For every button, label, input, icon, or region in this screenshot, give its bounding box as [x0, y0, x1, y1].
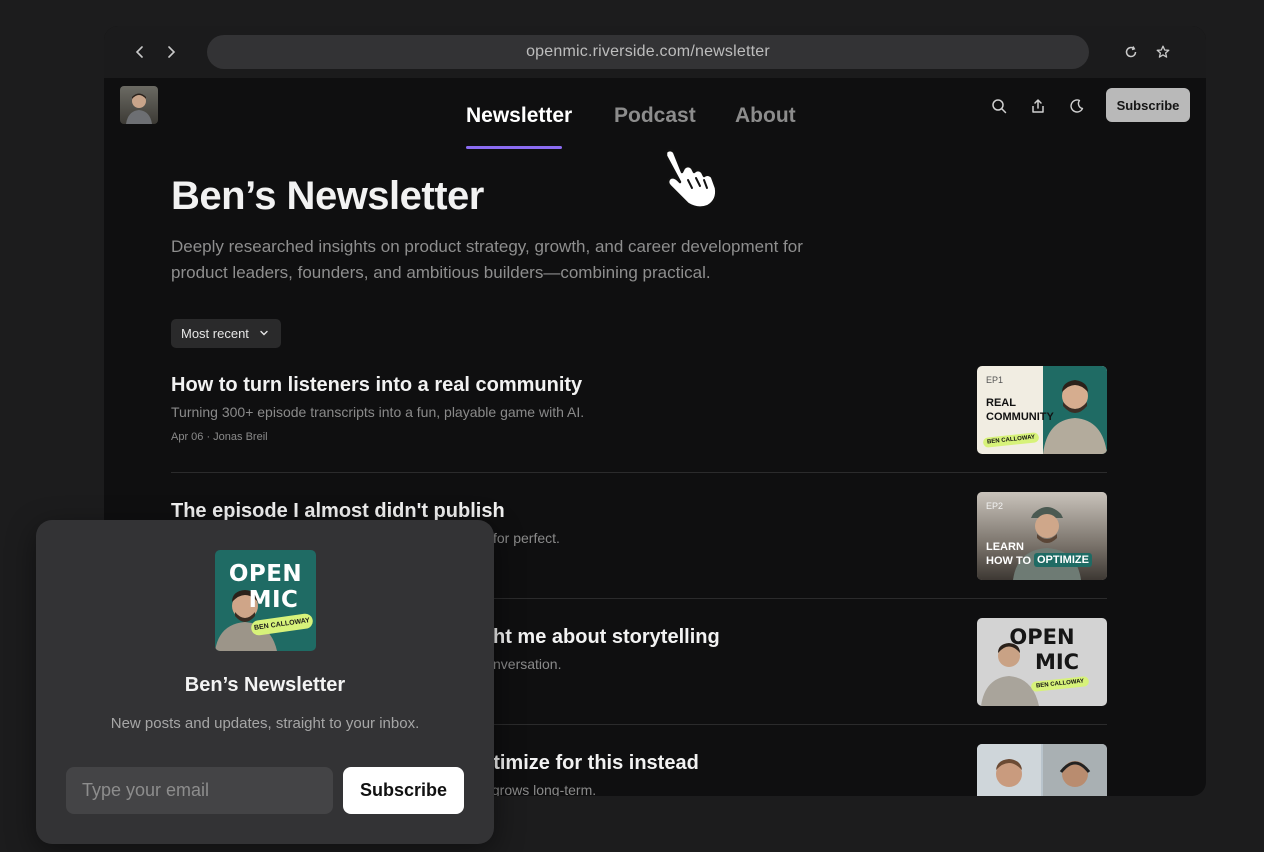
page-title: Ben’s Newsletter	[171, 174, 484, 218]
thumb-episode: EP2	[986, 501, 1004, 511]
thumb-line1: REAL	[986, 397, 1016, 409]
chevron-down-icon	[259, 326, 269, 341]
sort-dropdown[interactable]: Most recent	[171, 319, 281, 348]
post-subtitle: y grows long-term.	[481, 782, 597, 796]
cover-title-line2: MIC	[248, 587, 299, 613]
url-bar[interactable]: openmic.riverside.com/newsletter	[207, 35, 1089, 69]
thumb-line1: LEARN	[986, 541, 1024, 553]
cover-title-line1: OPEN	[228, 561, 303, 587]
tab-about[interactable]: About	[735, 104, 796, 128]
star-icon[interactable]	[1152, 41, 1174, 63]
post-thumbnail[interactable]: EP2 LEARN HOW TO OPTIMIZE	[977, 492, 1107, 580]
post-meta: Apr 06 · Jonas Breil	[171, 431, 268, 443]
moon-icon[interactable]	[1066, 95, 1088, 117]
thumb-episode: EP1	[986, 375, 1004, 385]
share-icon[interactable]	[1027, 95, 1049, 117]
post-thumbnail[interactable]: EP1 REAL COMMUNITY BEN CALLOWAY	[977, 366, 1107, 454]
email-field[interactable]	[66, 767, 333, 814]
thumb-line2: COMMUNITY	[986, 411, 1054, 423]
popup-title: Ben’s Newsletter	[184, 674, 346, 696]
subscribe-popup: OPEN MIC BEN CALLOWAY Ben’s Newsletter N…	[36, 520, 494, 844]
header-subscribe-button[interactable]: Subscribe	[1106, 88, 1190, 122]
tab-podcast[interactable]: Podcast	[614, 104, 696, 128]
post-title[interactable]: otimize for this instead	[481, 752, 699, 775]
post-thumbnail[interactable]: OPEN MIC BEN CALLOWAY	[977, 618, 1107, 706]
post-title[interactable]: How to turn listeners into a real commun…	[171, 374, 582, 397]
sort-label: Most recent	[181, 326, 249, 341]
back-icon[interactable]	[129, 41, 151, 63]
divider	[171, 472, 1107, 473]
reload-icon[interactable]	[1120, 41, 1142, 63]
thumb-line2: HOW TO	[986, 555, 1032, 567]
browser-toolbar: openmic.riverside.com/newsletter	[104, 26, 1206, 78]
thumb-highlight: OPTIMIZE	[1034, 553, 1092, 567]
subscribe-button[interactable]: Subscribe	[343, 767, 464, 814]
search-icon[interactable]	[988, 95, 1010, 117]
forward-icon[interactable]	[160, 41, 182, 63]
popup-subtitle: New posts and updates, straight to your …	[110, 715, 420, 732]
post-title[interactable]: ht me about storytelling	[493, 626, 720, 649]
thumb-tag: BEN CALLOWAY	[982, 432, 1040, 448]
podcast-cover: OPEN MIC BEN CALLOWAY	[215, 550, 316, 651]
post-thumbnail[interactable]	[977, 744, 1107, 796]
page-description: Deeply researched insights on product st…	[171, 237, 803, 282]
post-subtitle: Turning 300+ episode transcripts into a …	[171, 404, 585, 420]
active-tab-indicator	[466, 146, 562, 149]
post-item[interactable]: How to turn listeners into a real commun…	[171, 374, 1107, 462]
hand-cursor-icon	[664, 148, 718, 209]
post-subtitle: nversation.	[493, 656, 562, 672]
post-subtitle: for perfect.	[493, 530, 560, 546]
tab-newsletter[interactable]: Newsletter	[466, 104, 572, 128]
